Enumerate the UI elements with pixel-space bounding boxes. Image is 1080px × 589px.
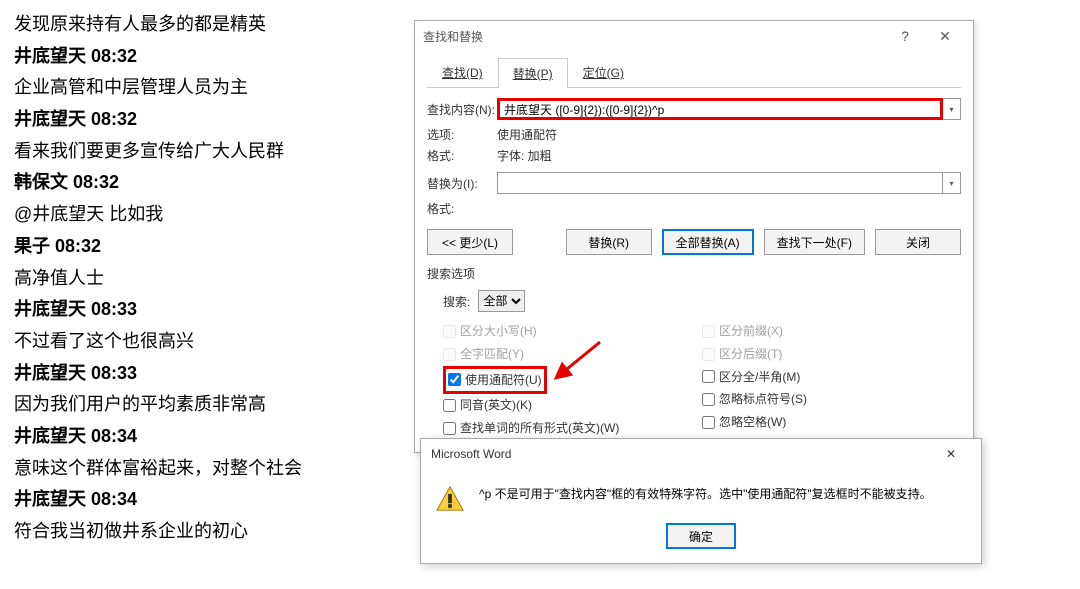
format-value: 字体: 加粗	[497, 147, 961, 164]
format-label: 格式:	[427, 147, 497, 164]
warning-icon	[435, 485, 465, 513]
replace-label: 替换为(I):	[427, 175, 497, 192]
ok-button[interactable]: 确定	[666, 523, 736, 549]
search-direction-label: 搜索:	[443, 293, 470, 310]
help-button[interactable]: ?	[885, 22, 925, 50]
close-button[interactable]: 关闭	[875, 229, 961, 255]
msgbox-text: ^p 不是可用于"查找内容"框的有效特殊字符。选中"使用通配符"复选框时不能被支…	[479, 485, 932, 502]
search-direction-select[interactable]: 全部	[478, 290, 525, 312]
tab-find[interactable]: 查找(D)	[427, 57, 498, 87]
chevron-down-icon[interactable]: ▾	[943, 172, 961, 194]
dialog-title: 查找和替换	[423, 28, 885, 45]
msgbox-title: Microsoft Word	[431, 447, 931, 461]
fullwidth-checkbox[interactable]: 区分全/半角(M)	[702, 366, 961, 389]
ignore-space-checkbox[interactable]: 忽略空格(W)	[702, 411, 961, 434]
ignore-punct-checkbox[interactable]: 忽略标点符号(S)	[702, 388, 961, 411]
close-icon[interactable]: ✕	[925, 22, 965, 50]
replace-input[interactable]	[497, 172, 943, 194]
find-label: 查找内容(N):	[427, 101, 497, 118]
sounds-like-checkbox[interactable]: 同音(英文)(K)	[443, 394, 702, 417]
dialog-tabs: 查找(D) 替换(P) 定位(G)	[427, 57, 961, 88]
format2-value	[497, 200, 961, 217]
prefix-checkbox: 区分前缀(X)	[702, 320, 961, 343]
replace-all-button[interactable]: 全部替换(A)	[662, 229, 754, 255]
options-value: 使用通配符	[497, 126, 961, 143]
whole-word-checkbox: 全字匹配(Y)	[443, 343, 702, 366]
suffix-checkbox: 区分后缀(T)	[702, 343, 961, 366]
error-message-dialog: Microsoft Word ✕ ^p 不是可用于"查找内容"框的有效特殊字符。…	[420, 438, 982, 564]
find-next-button[interactable]: 查找下一处(F)	[764, 229, 865, 255]
match-case-checkbox: 区分大小写(H)	[443, 320, 702, 343]
tab-replace[interactable]: 替换(P)	[498, 58, 568, 88]
find-replace-dialog: 查找和替换 ? ✕ 查找(D) 替换(P) 定位(G) 查找内容(N): ▾ 选…	[414, 20, 974, 453]
tab-goto[interactable]: 定位(G)	[568, 57, 639, 87]
wildcards-checkbox[interactable]: 使用通配符(U)	[448, 369, 542, 392]
msgbox-titlebar[interactable]: Microsoft Word ✕	[421, 439, 981, 469]
all-forms-checkbox[interactable]: 查找单词的所有形式(英文)(W)	[443, 417, 702, 440]
format2-label: 格式:	[427, 200, 497, 217]
chevron-down-icon[interactable]: ▾	[943, 98, 961, 120]
dialog-titlebar[interactable]: 查找和替换 ? ✕	[415, 21, 973, 51]
options-label: 选项:	[427, 126, 497, 143]
close-icon[interactable]: ✕	[931, 440, 971, 468]
find-input[interactable]	[497, 98, 943, 120]
search-options-title: 搜索选项	[427, 265, 961, 282]
replace-button[interactable]: 替换(R)	[566, 229, 652, 255]
less-options-button[interactable]: << 更少(L)	[427, 229, 513, 255]
